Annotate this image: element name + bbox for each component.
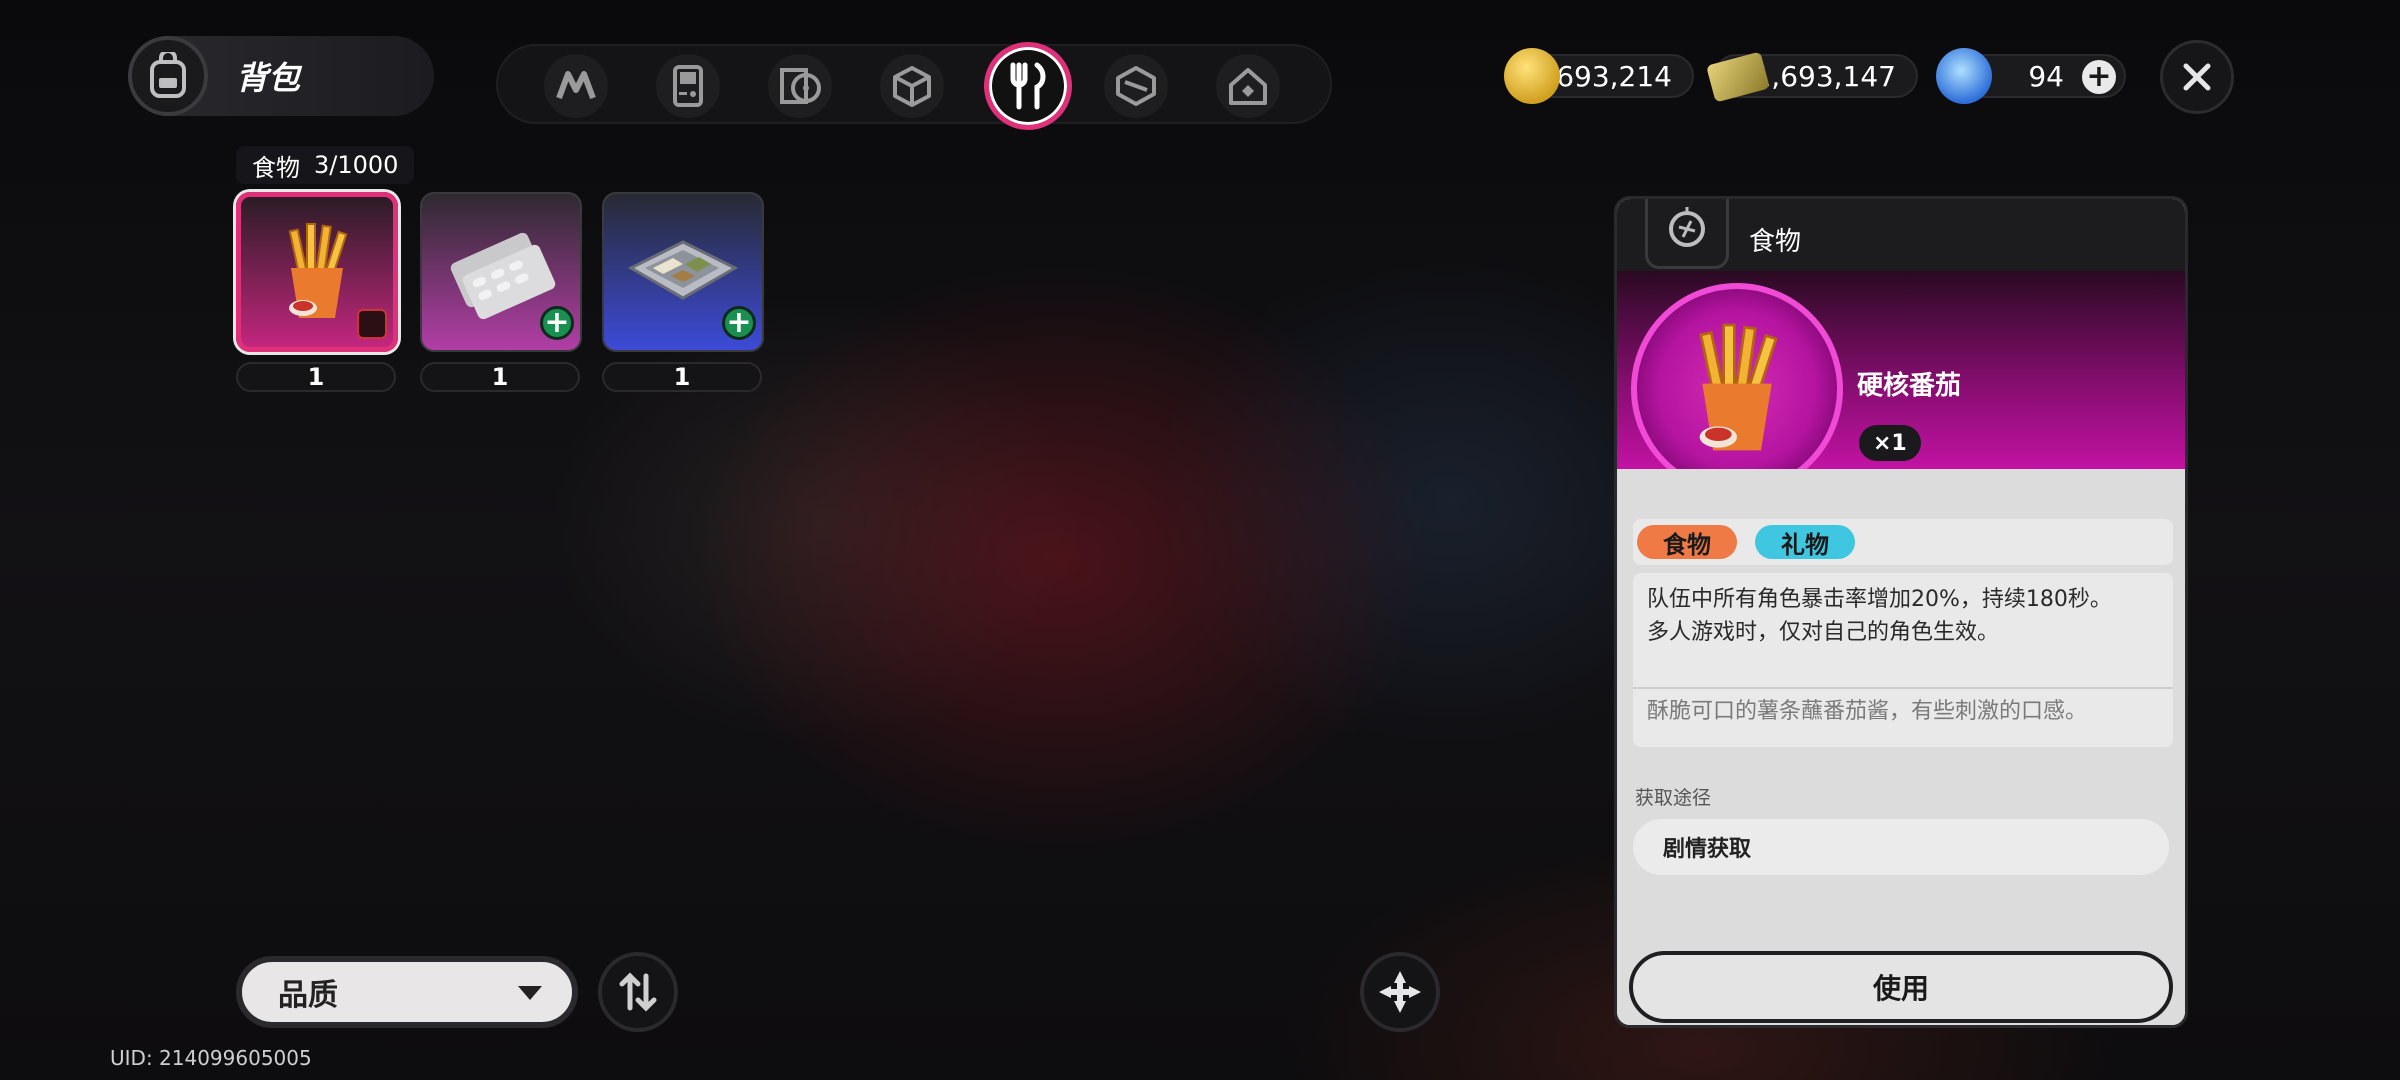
flavor-text: 酥脆可口的薯条蘸番茄酱，有些刺激的口感。	[1647, 699, 2088, 724]
currency-gold[interactable]: 693,214	[1504, 48, 1694, 104]
inventory-count: 3/1000	[314, 151, 399, 179]
fork-knife-icon	[1010, 62, 1046, 110]
tab-furniture[interactable]	[1216, 54, 1280, 118]
slot-count: 1	[420, 362, 580, 392]
expand-button[interactable]	[1360, 952, 1440, 1032]
page-title: 背包	[236, 59, 301, 97]
n-logo-icon	[556, 71, 596, 100]
sort-order-button[interactable]	[598, 952, 678, 1032]
slot-count: 1	[602, 362, 762, 392]
item-detail-panel: 食物 硬核番茄 ×1 食物 礼物 队伍中所有角色暴击率增加20%，持续180秒。…	[1614, 196, 2188, 1028]
add-crystal-button[interactable]: +	[2082, 60, 2116, 94]
slot-count: 1	[236, 362, 396, 392]
tag-row: 食物 礼物	[1633, 519, 2173, 565]
gameboy-icon	[673, 65, 703, 107]
tag-food: 食物	[1637, 525, 1737, 559]
box-3d-icon	[1116, 66, 1156, 106]
tab-gifts[interactable]	[1104, 54, 1168, 118]
tab-records[interactable]	[768, 54, 832, 118]
use-button[interactable]: 使用	[1629, 951, 2173, 1023]
currency-ticket[interactable]: 1,693,147	[1706, 51, 1918, 103]
detail-category: 食物	[1749, 227, 1802, 257]
plus-icon: +	[722, 306, 756, 340]
user-id: UID: 214099605005	[110, 1046, 312, 1070]
chevron-down-icon	[518, 986, 542, 1000]
effect-line-2: 多人游戏时，仅对自己的角色生效。	[1647, 620, 2000, 645]
gold-coin-icon	[1504, 48, 1560, 104]
backpack-icon	[128, 36, 208, 116]
inventory-count-label: 食物 3/1000	[236, 146, 415, 184]
obtain-source: 剧情获取	[1633, 819, 2169, 875]
currency-ticket-value: 1,693,147	[1753, 59, 1896, 93]
tab-food[interactable]	[984, 42, 1072, 130]
sort-label: 品质	[278, 978, 338, 1013]
inventory-slot-bento[interactable]: +	[602, 192, 764, 352]
inventory-slot-fries[interactable]	[236, 192, 398, 352]
cube-icon	[893, 66, 931, 107]
food-category-icon	[1645, 199, 1729, 269]
sort-dropdown[interactable]: 品质	[236, 956, 578, 1028]
obtain-title: 获取途径	[1635, 787, 1712, 809]
description-divider	[1633, 687, 2173, 689]
item-portrait	[1631, 283, 1843, 495]
crystal-icon	[1936, 48, 1992, 104]
tab-materials[interactable]	[880, 54, 944, 118]
plus-icon: +	[540, 306, 574, 340]
disc-record-icon	[780, 68, 821, 104]
sort-arrows-icon	[619, 972, 657, 1012]
inventory-category: 食物	[252, 153, 300, 182]
close-icon	[2183, 63, 2211, 91]
currency-crystal-value: 94	[2028, 59, 2064, 93]
tab-n-logo[interactable]	[544, 54, 608, 118]
detail-body: 食物 礼物 队伍中所有角色暴击率增加20%，持续180秒。 多人游戏时，仅对自己…	[1617, 469, 2185, 1025]
effect-line-1: 队伍中所有角色暴击率增加20%，持续180秒。	[1647, 587, 2112, 612]
item-description: 队伍中所有角色暴击率增加20%，持续180秒。 多人游戏时，仅对自己的角色生效。…	[1633, 573, 2173, 747]
tomato-tag-icon	[357, 309, 387, 339]
tag-gift: 礼物	[1755, 525, 1855, 559]
item-name: 硬核番茄	[1857, 371, 1962, 401]
house-icon	[1229, 68, 1267, 105]
currency-crystal[interactable]: 94 +	[1936, 48, 2126, 104]
move-cross-icon	[1379, 971, 1421, 1013]
fries-icon	[1699, 323, 1778, 451]
currency-gold-value: 693,214	[1556, 59, 1672, 93]
tab-devices[interactable]	[656, 54, 720, 118]
bag-title-bar: 背包	[128, 36, 434, 116]
detail-header: 食物	[1617, 199, 2185, 271]
inventory-slot-pills[interactable]: +	[420, 192, 582, 352]
item-quantity: ×1	[1859, 425, 1921, 461]
category-tabs	[496, 42, 1332, 130]
close-button[interactable]	[2160, 40, 2234, 114]
